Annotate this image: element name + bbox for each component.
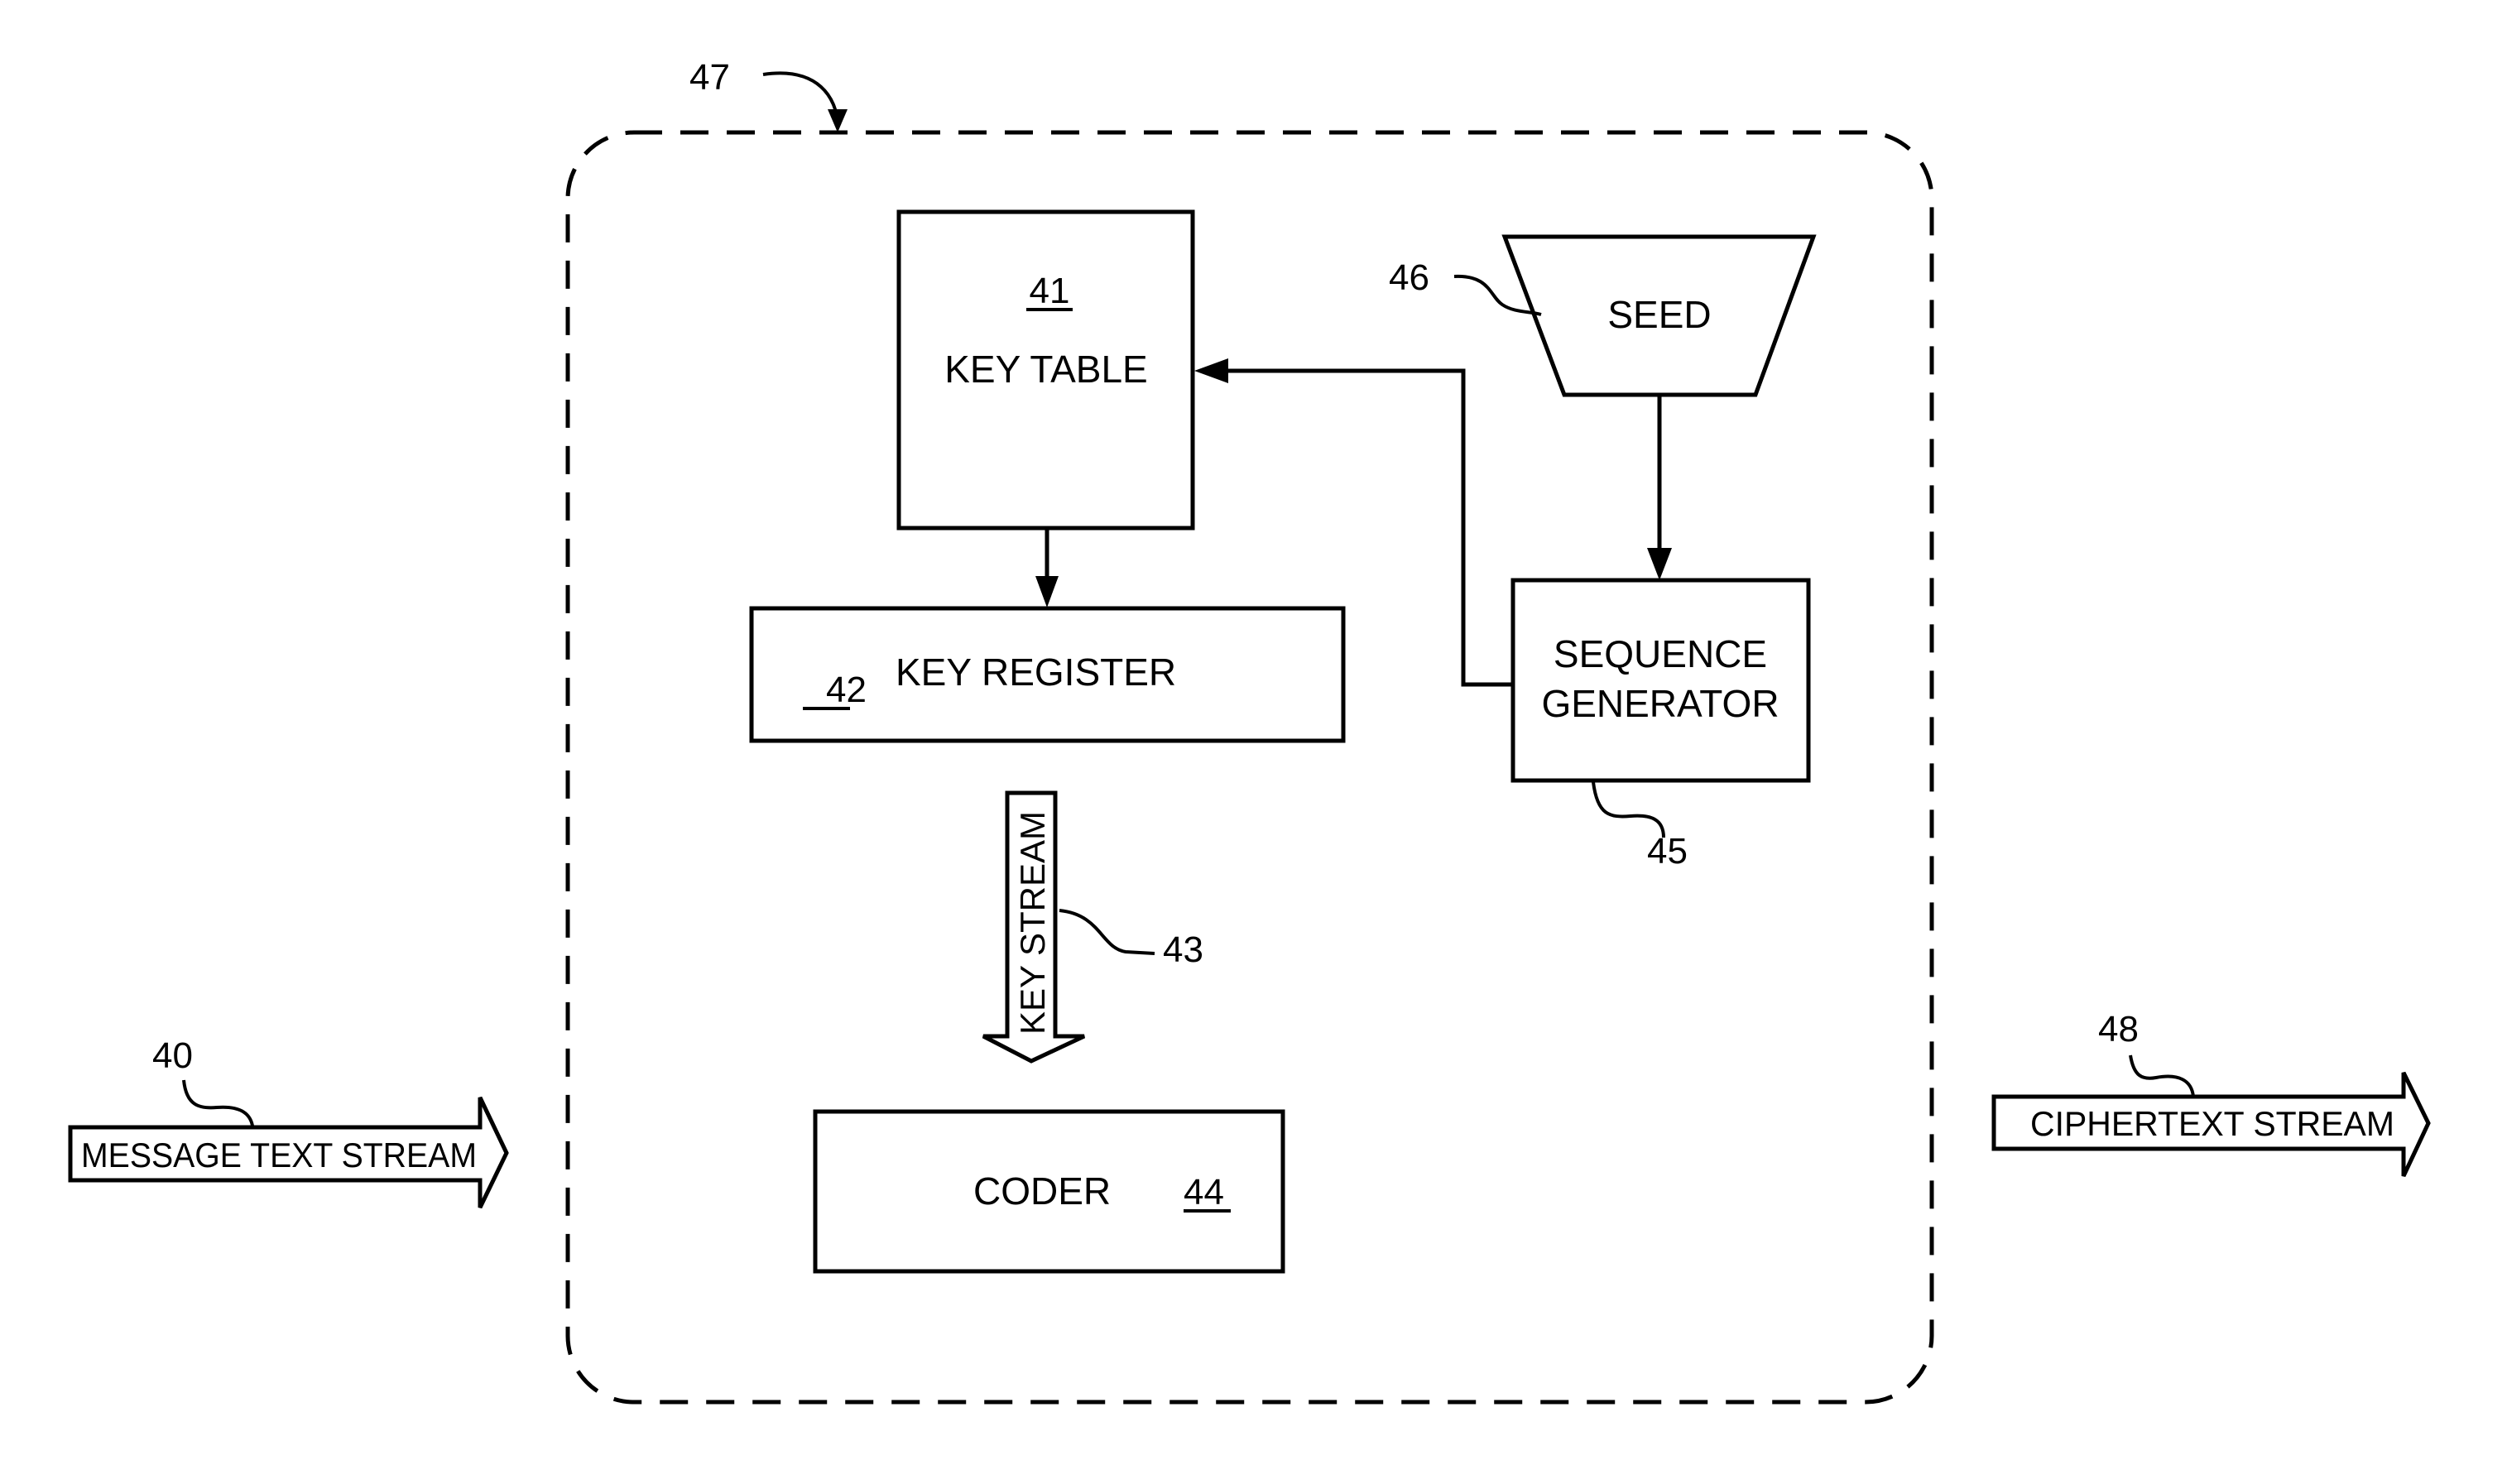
message-text-stream-leader [182, 1079, 254, 1126]
coder-block: CODER 44 [813, 1109, 1285, 1274]
sequence-generator-ref: 45 [1647, 831, 1688, 872]
message-text-stream-arrow: MESSAGE TEXT STREAM 40 [68, 1035, 509, 1209]
key-register-block: 42 KEY REGISTER [749, 606, 1346, 743]
seed-ref: 46 [1389, 257, 1429, 298]
key-register-label: KEY REGISTER [896, 651, 1176, 694]
key-stream-leader [1059, 909, 1155, 955]
container-ref-number: 47 [689, 57, 730, 98]
diagram-canvas: 47 41 KEY TABLE 42 KEY REGISTER KEY STRE… [68, 57, 2431, 1405]
seed-label: SEED [1607, 293, 1711, 336]
sequence-generator-block: SEQUENCE GENERATOR 45 [1510, 578, 1811, 872]
sequence-generator-label-line1: SEQUENCE [1554, 632, 1767, 675]
key-table-ref: 41 [1030, 271, 1070, 311]
ciphertext-stream-leader [2129, 1054, 2195, 1097]
key-table-label: KEY TABLE [944, 348, 1147, 391]
key-register-ref: 42 [826, 670, 867, 710]
arrowhead-key-register [1035, 576, 1059, 608]
container-leader-arrowhead [828, 109, 848, 132]
coder-label: CODER [973, 1169, 1111, 1213]
key-stream-ref: 43 [1163, 929, 1203, 970]
arrowhead-key-table [1194, 358, 1228, 383]
ciphertext-stream-arrow: CIPHERTEXT STREAM 48 [1991, 1009, 2431, 1178]
ciphertext-stream-label: CIPHERTEXT STREAM [2030, 1104, 2394, 1143]
container-leader-arrow [762, 71, 839, 123]
key-table-block: 41 KEY TABLE [896, 209, 1195, 531]
arrowhead-sequence-generator [1647, 548, 1672, 580]
message-text-stream-label: MESSAGE TEXT STREAM [81, 1136, 477, 1174]
key-stream-label: KEY STREAM [1013, 811, 1052, 1035]
ciphertext-stream-ref: 48 [2098, 1009, 2139, 1049]
sequence-generator-label-line2: GENERATOR [1541, 682, 1779, 725]
message-text-stream-ref: 40 [152, 1035, 193, 1076]
coder-ref: 44 [1184, 1172, 1224, 1213]
key-stream-arrow: KEY STREAM 43 [982, 790, 1203, 1064]
sequence-generator-leader [1592, 781, 1665, 838]
